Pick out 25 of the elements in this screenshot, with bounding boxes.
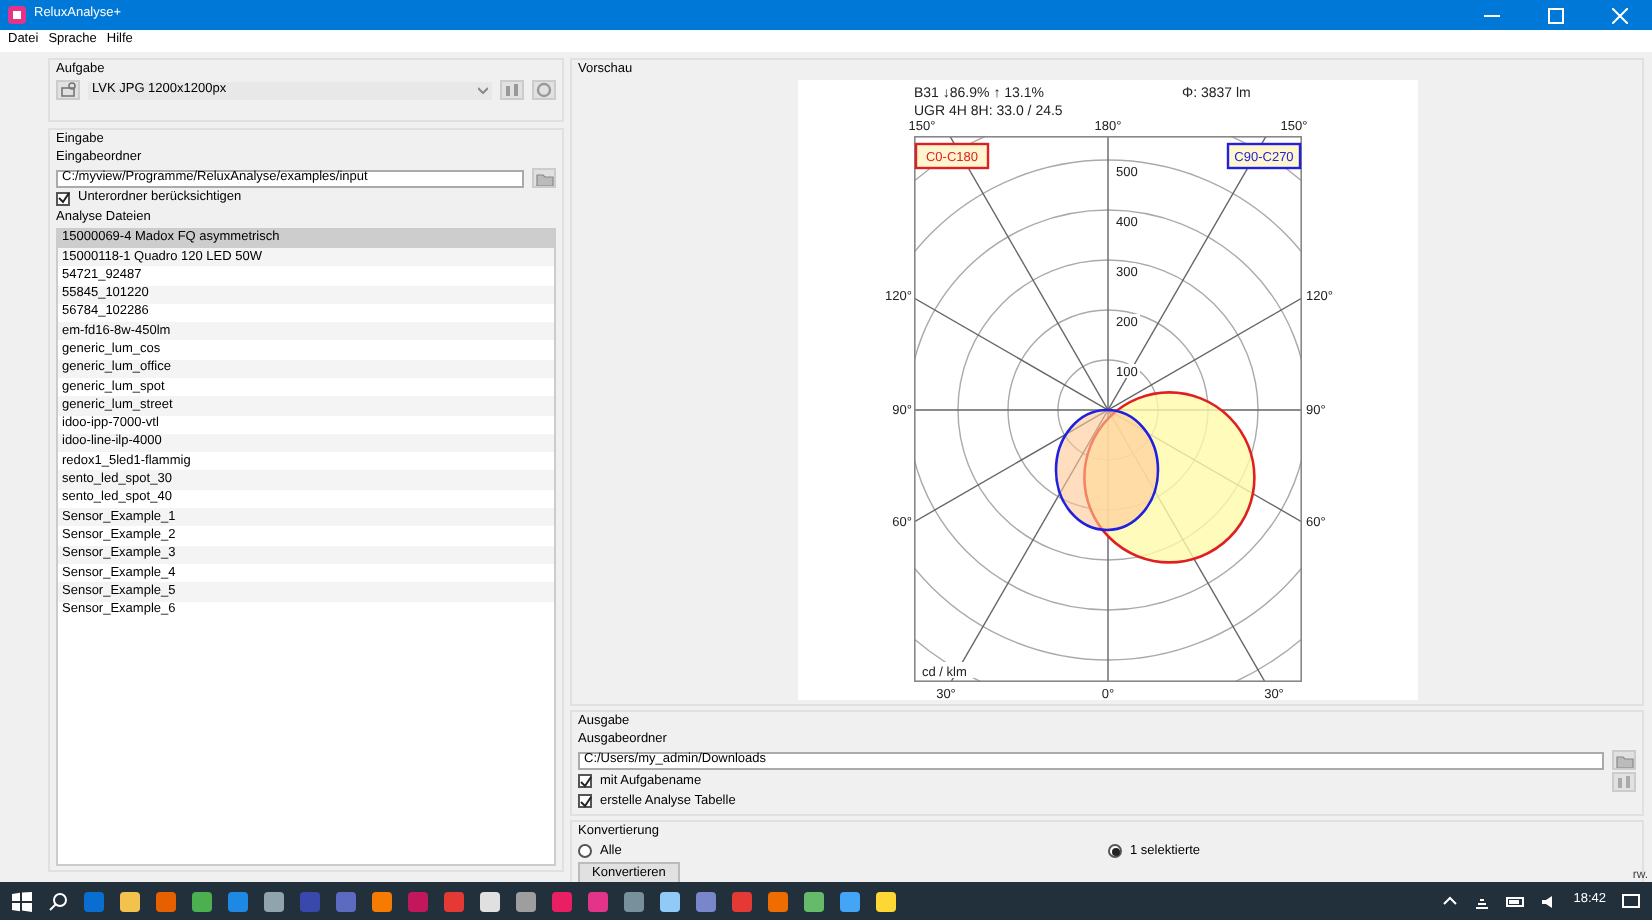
chart-icon (504, 82, 520, 99)
maximize-icon[interactable] (1548, 7, 1564, 23)
radio-dot-icon (1111, 847, 1119, 856)
chart-icon (1616, 773, 1632, 790)
checkmark-icon (57, 192, 69, 205)
folder-icon (535, 171, 553, 186)
battery-icon[interactable] (1505, 893, 1526, 909)
search-icon[interactable] (48, 891, 68, 911)
checkbox[interactable] (56, 191, 70, 206)
close-icon[interactable] (1612, 7, 1628, 23)
speaker-icon[interactable] (1541, 893, 1558, 909)
radio-button[interactable] (578, 844, 592, 859)
radio-button[interactable] (1108, 844, 1122, 859)
settings-button[interactable] (56, 80, 80, 101)
refresh-icon (536, 82, 552, 99)
folder-icon (1615, 753, 1633, 768)
checkbox[interactable] (578, 774, 592, 789)
notification-icon[interactable] (1622, 893, 1640, 909)
network-icon[interactable] (1473, 893, 1490, 909)
windows-start-icon[interactable] (12, 891, 32, 911)
chevron-up-icon[interactable] (1441, 893, 1458, 909)
checkbox[interactable] (578, 794, 592, 809)
caret-icon (478, 86, 488, 95)
settings-icon (59, 82, 77, 99)
app-logo-icon (8, 6, 26, 24)
